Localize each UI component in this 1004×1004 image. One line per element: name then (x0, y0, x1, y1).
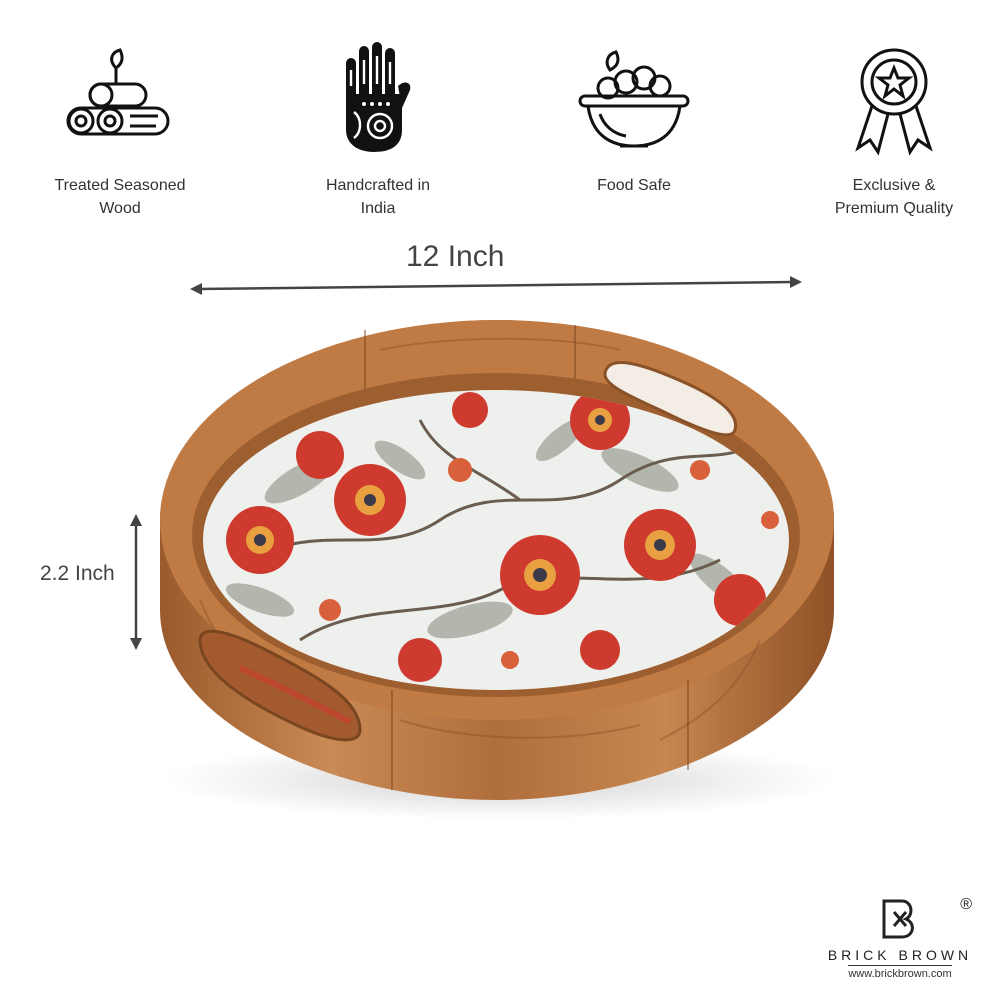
product-illustration (130, 276, 840, 820)
brand-name: BRICK BROWN (827, 947, 973, 963)
brand-url: www.brickbrown.com (848, 965, 952, 980)
serving-tray (160, 320, 840, 820)
height-arrow (130, 514, 142, 650)
registered-mark: ® (960, 896, 972, 913)
brand-logo: ® BRICK BROWN www.brickbrown.com (820, 896, 980, 982)
width-arrow (190, 276, 802, 295)
brand-mark-icon (882, 899, 914, 939)
